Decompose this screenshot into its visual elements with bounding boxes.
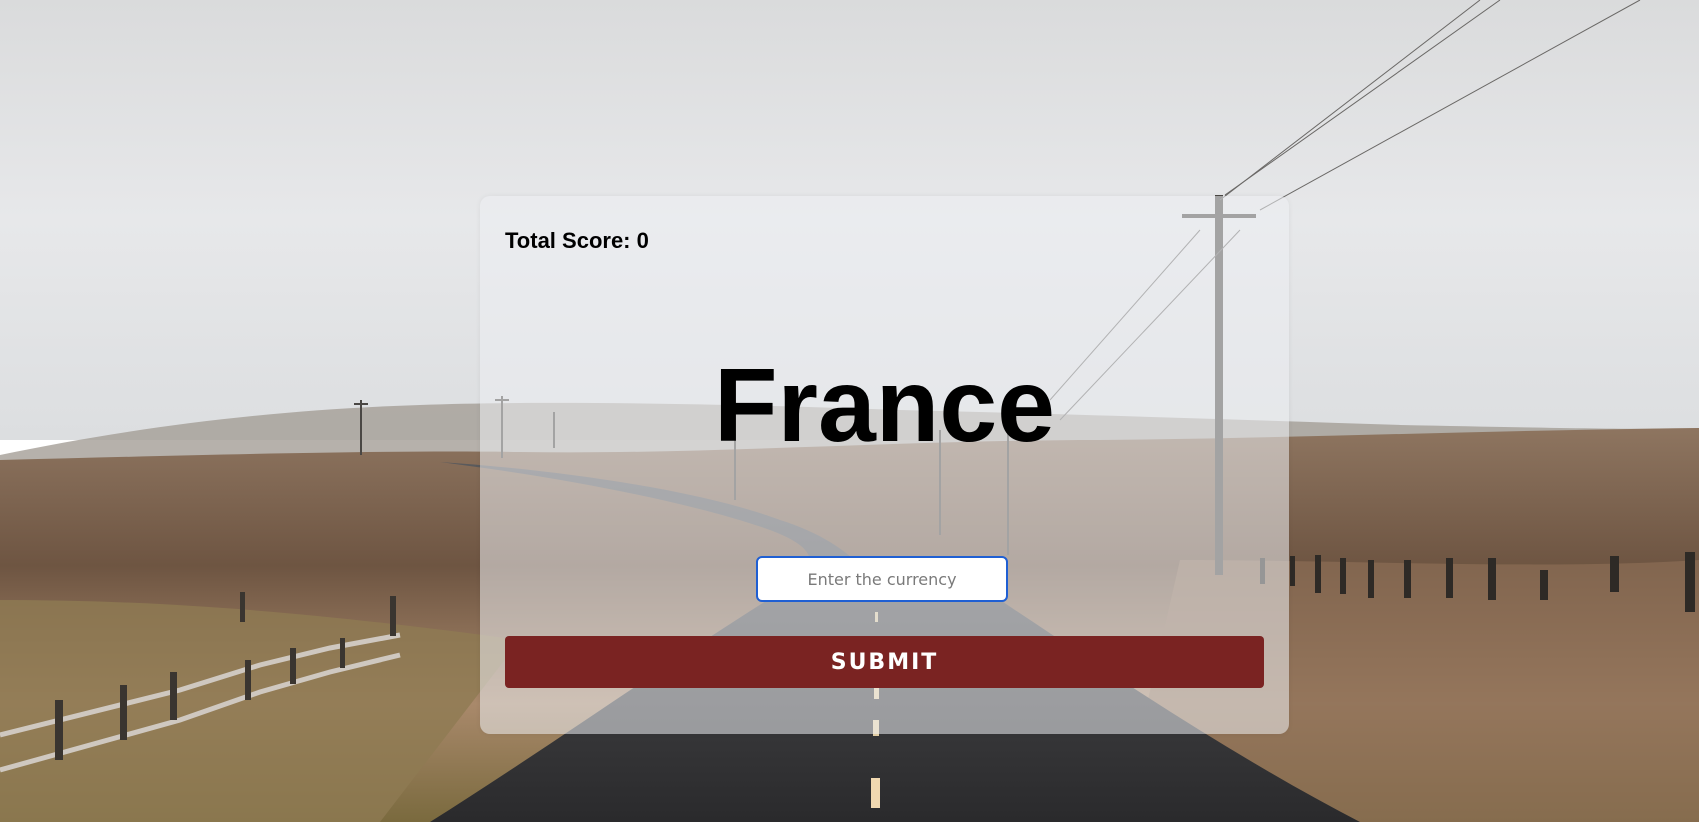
submit-button[interactable]: SUBMIT <box>505 636 1264 688</box>
total-score: Total Score: 0 <box>505 228 649 253</box>
country-name: France <box>713 348 1056 464</box>
quiz-card: Total Score: 0 France SUBMIT <box>480 196 1289 734</box>
currency-answer-input[interactable] <box>756 556 1008 602</box>
